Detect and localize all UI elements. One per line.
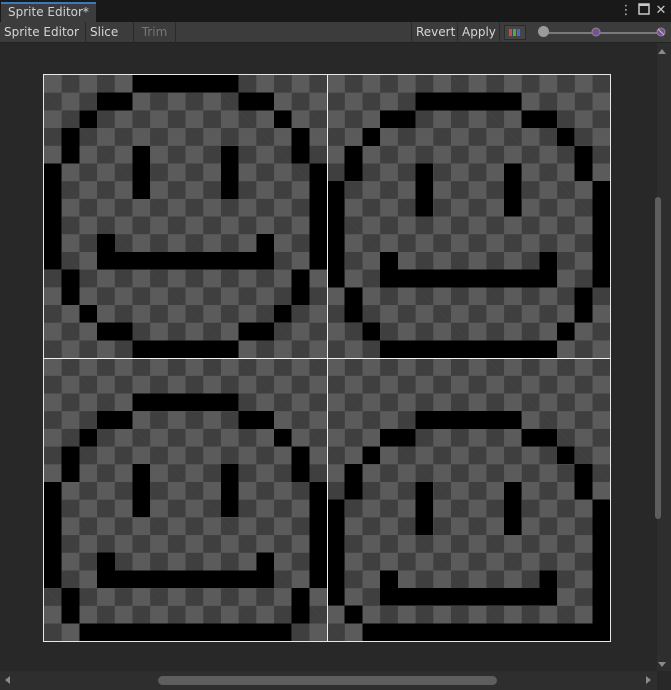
close-icon[interactable]: ✕ xyxy=(653,3,669,19)
sprite-slice-bottom-right[interactable] xyxy=(327,358,610,641)
zoom-out-icon xyxy=(590,26,602,38)
sprite-canvas[interactable] xyxy=(0,43,657,671)
sprite-slice-top-left[interactable] xyxy=(44,75,327,358)
smiley-face-icon xyxy=(327,92,610,358)
rgb-channel-icon[interactable] xyxy=(504,25,526,40)
smiley-face-icon xyxy=(44,75,327,358)
slice-dropdown-label: Slice xyxy=(90,25,119,39)
scroll-down-icon[interactable] xyxy=(658,662,666,667)
revert-button-label: Revert xyxy=(416,25,456,39)
scroll-left-icon[interactable] xyxy=(5,676,10,684)
maximize-icon[interactable] xyxy=(636,3,652,19)
sprite-editor-dropdown[interactable]: Sprite Editor xyxy=(0,22,86,55)
trim-button[interactable]: Trim xyxy=(134,22,176,43)
smiley-face-icon xyxy=(327,411,610,641)
apply-button-label: Apply xyxy=(462,25,496,39)
apply-button[interactable]: Apply xyxy=(458,22,500,43)
sprite-slice-top-right[interactable] xyxy=(327,75,610,358)
sprite-texture[interactable] xyxy=(43,74,611,642)
sprite-slice-bottom-left[interactable] xyxy=(44,358,327,641)
slice-divider-horizontal xyxy=(44,358,610,359)
revert-button[interactable]: Revert xyxy=(411,22,458,43)
zoom-slider[interactable] xyxy=(544,32,662,34)
window-tab-bar: Sprite Editor* ⋮ ✕ xyxy=(0,0,671,23)
tab-sprite-editor[interactable]: Sprite Editor* xyxy=(1,2,96,22)
sprite-editor-dropdown-label: Sprite Editor xyxy=(4,25,79,39)
horizontal-scrollbar-thumb[interactable] xyxy=(158,676,497,685)
toolbar: Sprite Editor Slice Trim Revert Apply xyxy=(0,22,671,55)
vertical-scrollbar-thumb[interactable] xyxy=(655,197,661,519)
zoom-slider-handle[interactable] xyxy=(538,26,549,37)
scroll-up-icon[interactable] xyxy=(658,49,666,54)
trim-button-label: Trim xyxy=(141,25,168,39)
scroll-right-icon[interactable] xyxy=(646,676,651,684)
slice-dropdown[interactable]: Slice xyxy=(86,22,134,55)
kebab-menu-icon[interactable]: ⋮ xyxy=(618,3,634,19)
smiley-face-icon xyxy=(44,393,327,641)
zoom-in-icon xyxy=(655,26,667,38)
